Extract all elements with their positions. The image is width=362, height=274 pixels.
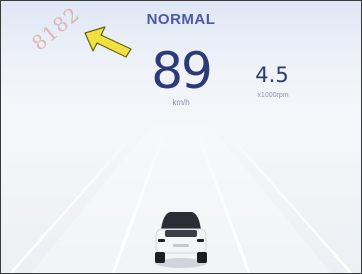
instrument-cluster: NORMAL 89 km/h 4.5 x1000rpm 8182 xyxy=(0,0,362,274)
car-rear-icon xyxy=(155,212,207,268)
